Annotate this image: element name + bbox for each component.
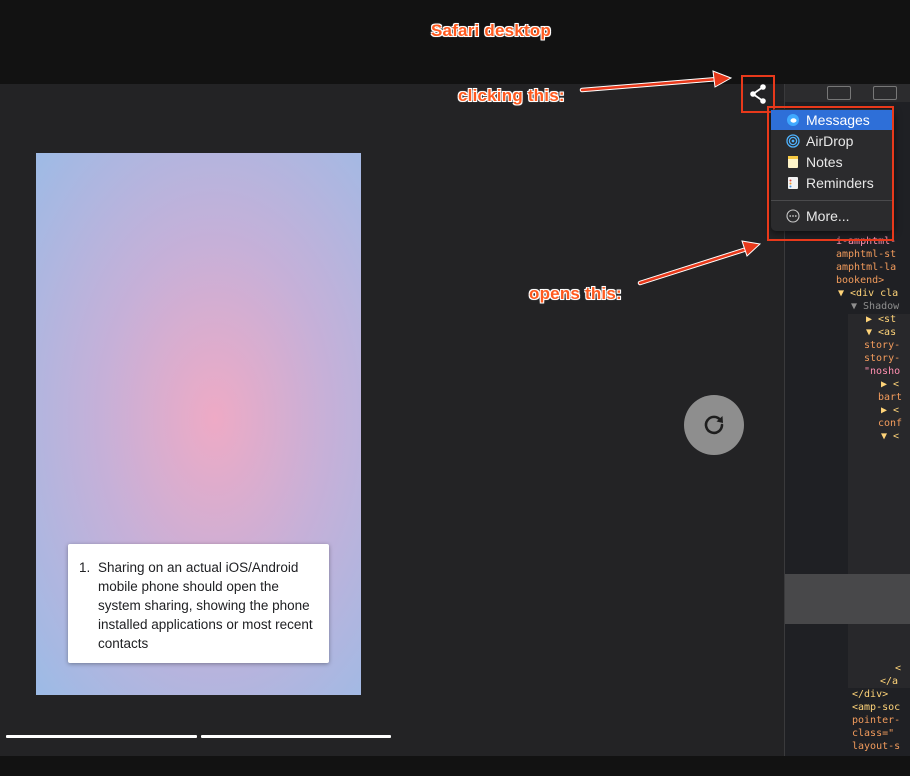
dom-line: conf <box>878 418 903 429</box>
note-text: Sharing on an actual iOS/Android mobile … <box>98 560 313 651</box>
dom-line: < <box>895 663 902 674</box>
dom-line: ▶ <st <box>866 314 897 325</box>
replay-button[interactable] <box>684 395 744 455</box>
dom-line: story- <box>864 340 901 351</box>
dom-line: ▶ < <box>881 405 900 416</box>
annotation-title: Safari desktop <box>431 21 551 40</box>
top-bar <box>0 0 910 84</box>
dom-line: <amp-soc <box>852 702 901 713</box>
dom-line: </a <box>880 676 899 687</box>
story-progress-segment-1 <box>6 735 197 738</box>
dom-line: bart <box>878 392 903 403</box>
dom-line: amphtml-la <box>836 262 897 273</box>
dom-line: amphtml-st <box>836 249 897 260</box>
story-note: 1. Sharing on an actual iOS/Android mobi… <box>68 544 329 663</box>
dom-line: story- <box>864 353 901 364</box>
dom-line: layout-s <box>852 741 901 752</box>
dom-line: ▼ <div cla <box>838 288 899 299</box>
dom-line: ▶ < <box>881 379 900 390</box>
dom-line: class=" <box>852 728 895 739</box>
annotation-opens: opens this: <box>529 284 622 303</box>
dom-line: pointer- <box>852 715 901 726</box>
dom-line: "nosho <box>864 366 901 377</box>
dom-line: bookend> <box>836 275 885 286</box>
replay-icon <box>704 415 724 435</box>
bottom-strip <box>0 756 910 776</box>
dom-line: </div> <box>852 689 889 700</box>
note-number: 1. <box>79 560 91 575</box>
share-menu-highlight-frame <box>767 106 894 241</box>
story-progress-segment-2 <box>201 735 391 738</box>
annotation-clicking: clicking this: <box>458 86 565 105</box>
dom-line: ▼ < <box>881 431 900 442</box>
dom-line: ▼ Shadow <box>851 301 900 312</box>
dom-line: ▼ <as <box>866 327 897 338</box>
